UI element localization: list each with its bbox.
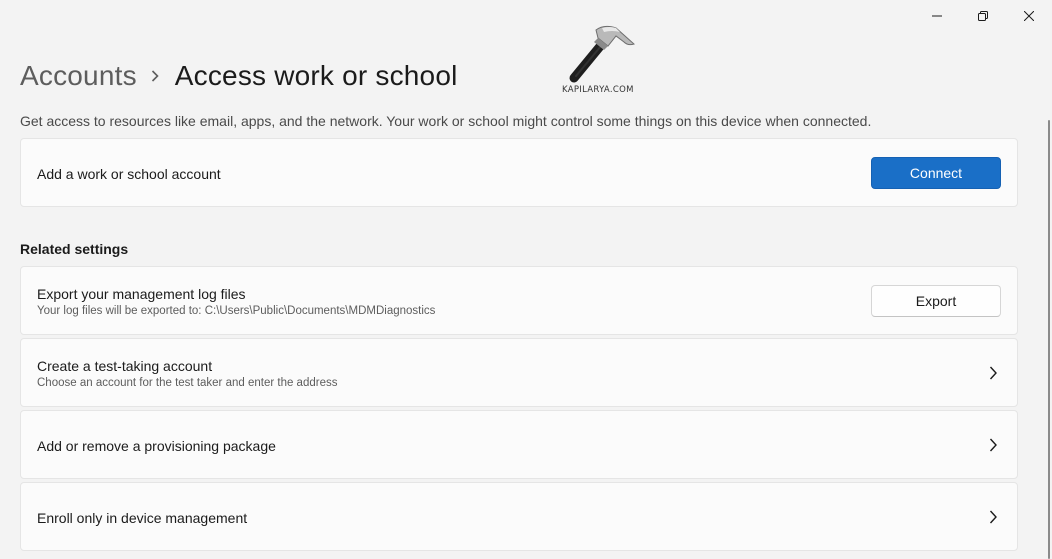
related-settings-heading: Related settings bbox=[20, 241, 129, 257]
export-logs-title: Export your management log files bbox=[37, 286, 246, 302]
add-account-title: Add a work or school account bbox=[37, 166, 221, 182]
export-logs-card: Export your management log files Your lo… bbox=[20, 266, 1018, 335]
enroll-device-management-item[interactable]: Enroll only in device management bbox=[20, 482, 1018, 551]
minimize-icon bbox=[932, 15, 942, 17]
breadcrumb: Accounts Access work or school bbox=[20, 56, 458, 96]
chevron-right-icon bbox=[151, 70, 159, 82]
export-logs-subtitle: Your log files will be exported to: C:\U… bbox=[37, 305, 436, 317]
page-title: Access work or school bbox=[174, 60, 458, 91]
settings-window: Accounts Access work or school KAPILARYA… bbox=[0, 0, 1052, 559]
window-controls bbox=[914, 0, 1052, 32]
export-button[interactable]: Export bbox=[871, 285, 1001, 317]
chevron-right-icon bbox=[989, 510, 997, 524]
watermark-text: KAPILARYA.COM bbox=[562, 85, 634, 95]
close-button[interactable] bbox=[1006, 0, 1052, 32]
connect-button[interactable]: Connect bbox=[871, 157, 1001, 189]
kapilarya-logo: KAPILARYA.COM bbox=[558, 20, 642, 98]
add-account-card: Add a work or school account Connect bbox=[20, 138, 1018, 207]
breadcrumb-parent-accounts[interactable]: Accounts bbox=[20, 60, 137, 92]
test-taking-account-title: Create a test-taking account bbox=[37, 358, 213, 374]
enroll-device-management-title: Enroll only in device management bbox=[37, 510, 248, 526]
close-icon bbox=[1024, 11, 1034, 21]
minimize-button[interactable] bbox=[914, 0, 960, 32]
scrollbar[interactable] bbox=[1048, 120, 1050, 559]
provisioning-package-item[interactable]: Add or remove a provisioning package bbox=[20, 410, 1018, 479]
test-taking-account-subtitle: Choose an account for the test taker and… bbox=[37, 377, 338, 389]
test-taking-account-item[interactable]: Create a test-taking account Choose an a… bbox=[20, 338, 1018, 407]
page-description: Get access to resources like email, apps… bbox=[20, 113, 872, 129]
provisioning-package-title: Add or remove a provisioning package bbox=[37, 438, 276, 454]
hammer-icon bbox=[569, 25, 635, 83]
chevron-right-icon bbox=[989, 366, 997, 380]
restore-icon bbox=[978, 11, 988, 21]
chevron-right-icon bbox=[989, 438, 997, 452]
restore-button[interactable] bbox=[960, 0, 1006, 32]
